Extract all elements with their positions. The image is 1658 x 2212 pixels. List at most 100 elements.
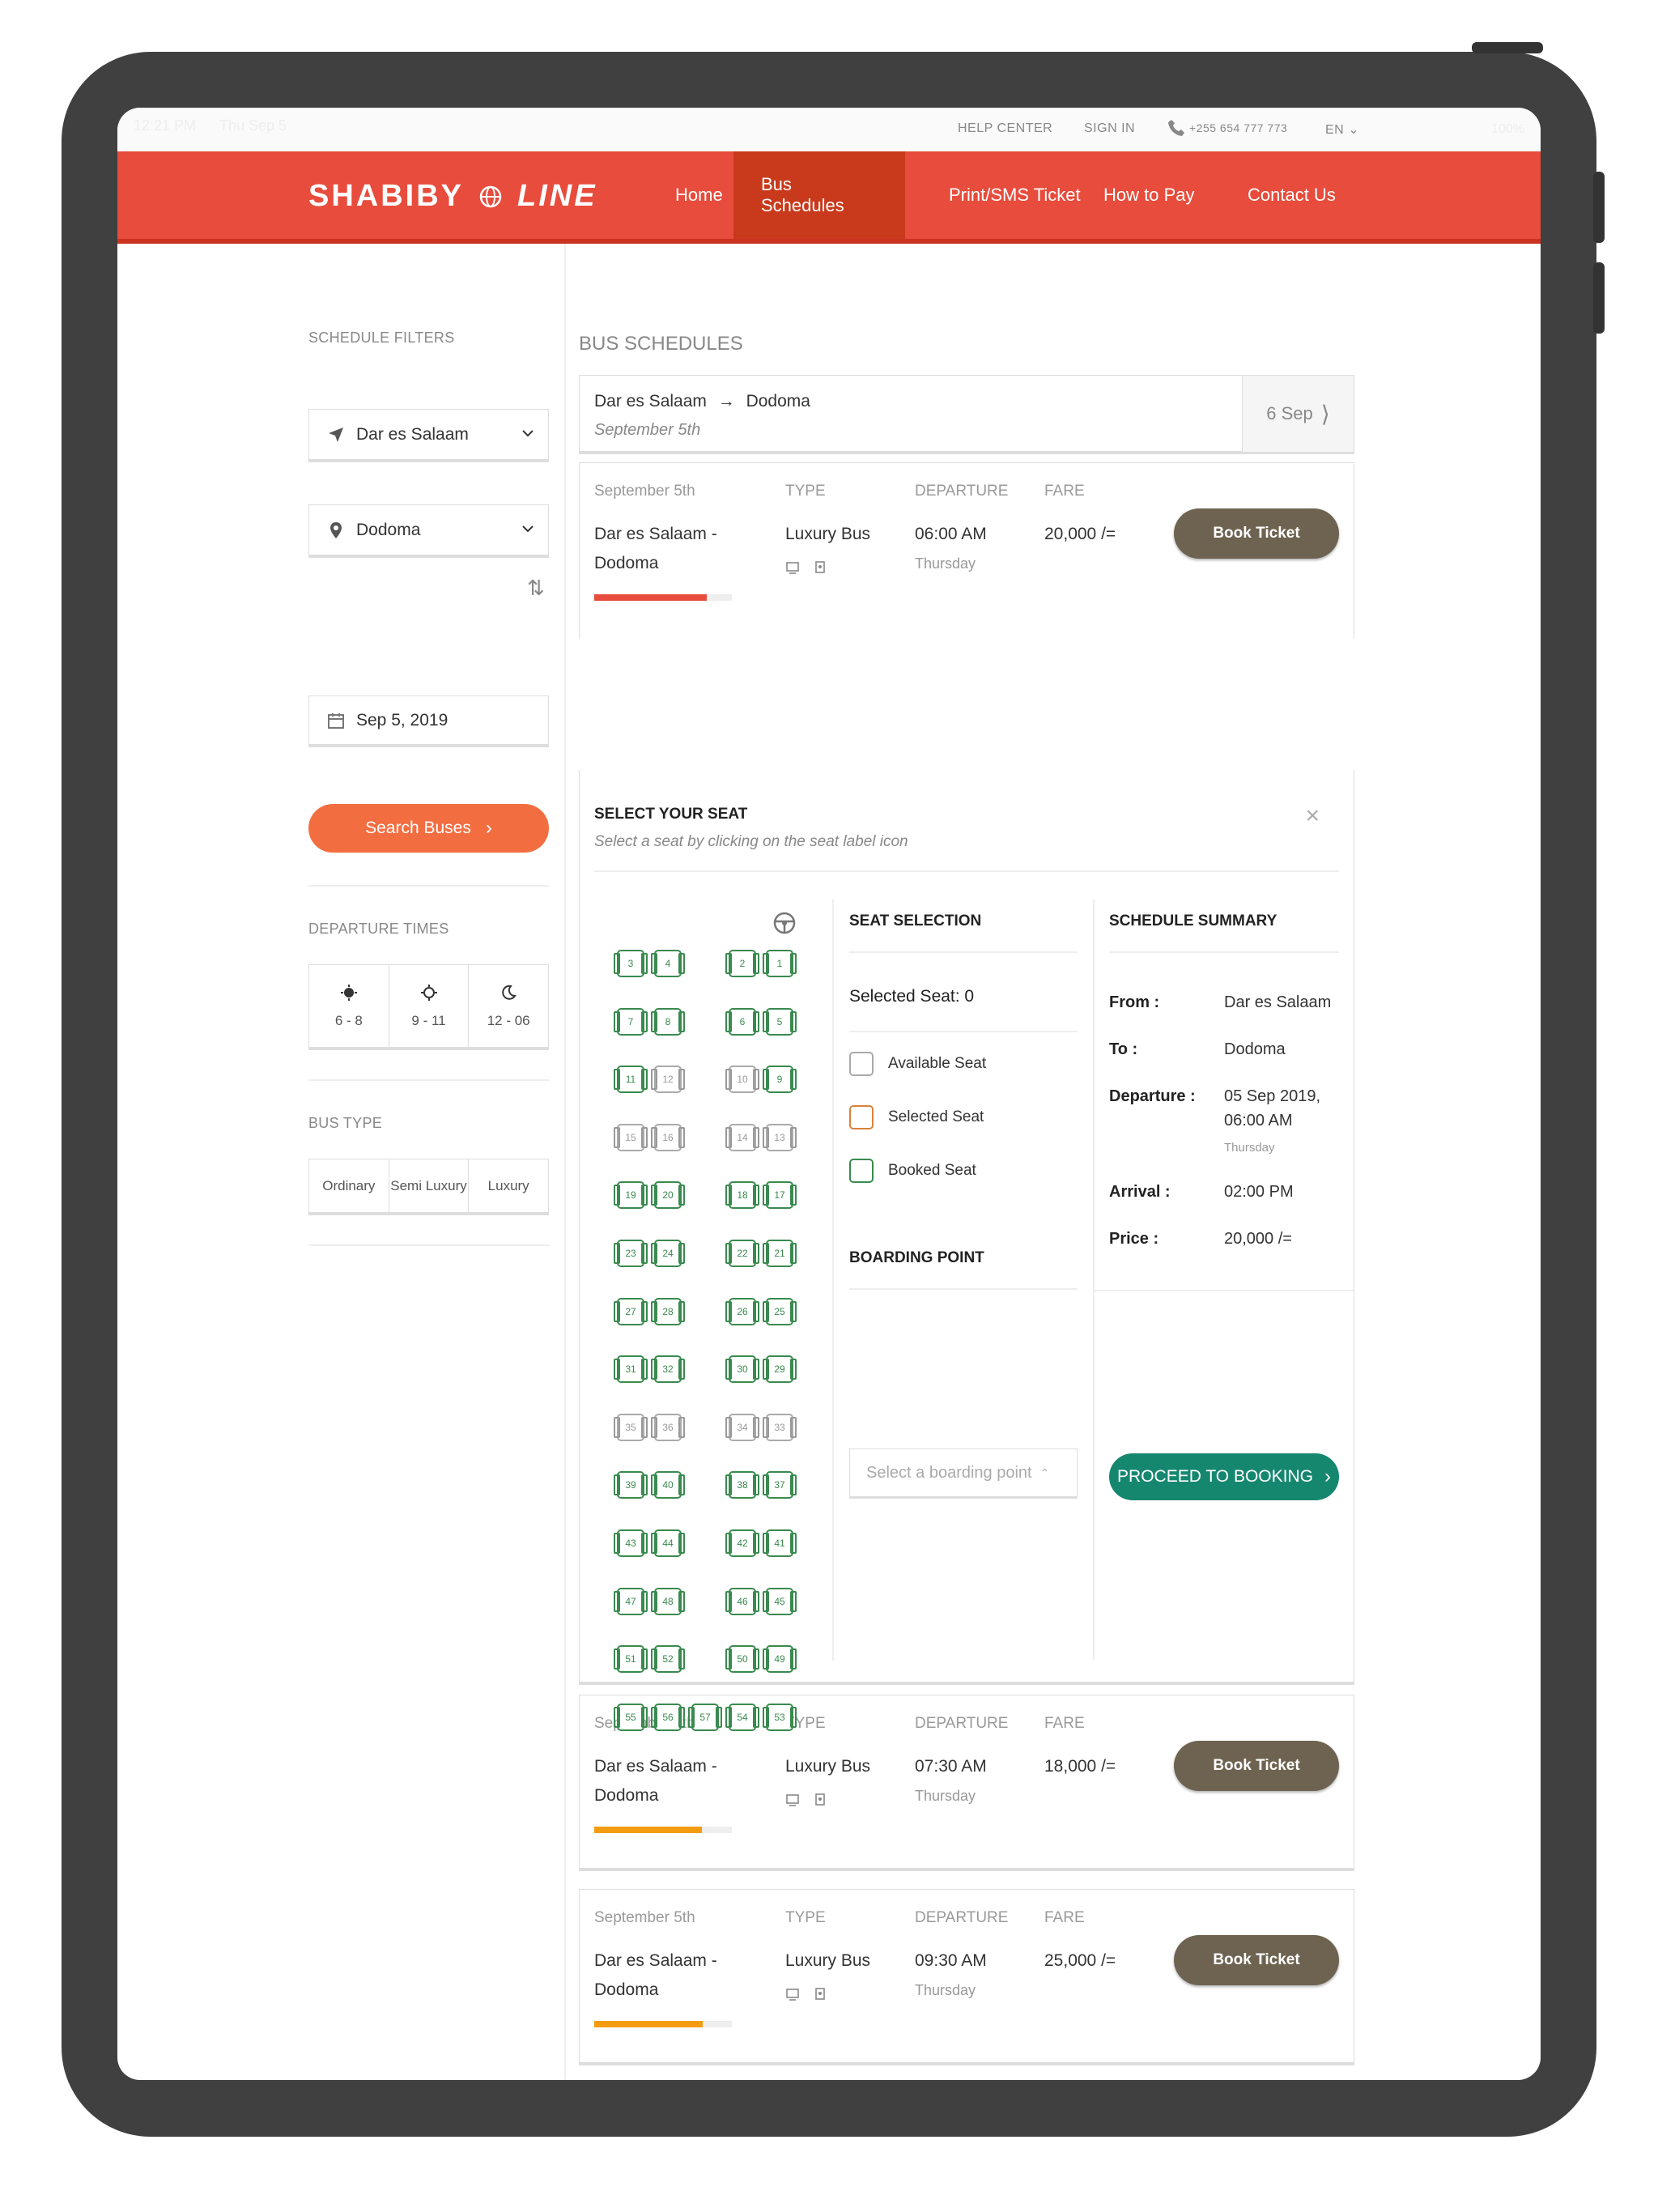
- status-date: Thu Sep 5: [219, 117, 287, 134]
- seat-40[interactable]: 40: [651, 1471, 685, 1499]
- seat-48[interactable]: 48: [651, 1587, 685, 1615]
- language-selector[interactable]: EN ⌄: [1325, 121, 1359, 138]
- seat-16[interactable]: 16: [651, 1123, 685, 1151]
- seat-3[interactable]: 3: [614, 950, 648, 977]
- seat-53[interactable]: 53: [763, 1703, 797, 1731]
- seat-30[interactable]: 30: [725, 1355, 759, 1384]
- seat-25[interactable]: 25: [763, 1297, 797, 1325]
- seat-28[interactable]: 28: [651, 1297, 685, 1325]
- seat-9[interactable]: 9: [763, 1066, 797, 1094]
- book-ticket-button[interactable]: Book Ticket: [1174, 1935, 1339, 1985]
- boarding-point-select[interactable]: Select a boarding point ⌃: [849, 1448, 1078, 1499]
- fare-label: FARE: [1044, 483, 1085, 500]
- seat-19[interactable]: 19: [614, 1181, 648, 1210]
- sign-in-link[interactable]: SIGN IN: [1084, 121, 1135, 136]
- seat-5[interactable]: 5: [763, 1007, 797, 1036]
- seat-35[interactable]: 35: [614, 1413, 648, 1441]
- seat-31[interactable]: 31: [614, 1355, 648, 1384]
- seat-8[interactable]: 8: [651, 1007, 685, 1036]
- nav-how-to-pay[interactable]: How to Pay: [1076, 151, 1222, 239]
- seat-32[interactable]: 32: [651, 1355, 685, 1384]
- nav-bus-schedules[interactable]: Bus Schedules: [733, 151, 905, 239]
- divider: [849, 1288, 1078, 1290]
- seat-7[interactable]: 7: [614, 1007, 648, 1036]
- seat-15[interactable]: 15: [614, 1123, 648, 1151]
- summary-departure-time: 06:00 AM: [1224, 1112, 1293, 1129]
- seat-14[interactable]: 14: [725, 1123, 759, 1151]
- seat-50[interactable]: 50: [725, 1645, 759, 1674]
- close-icon[interactable]: ×: [1305, 802, 1320, 830]
- date-field[interactable]: Sep 5, 2019: [308, 696, 549, 747]
- next-date-button[interactable]: 6 Sep ⟩: [1242, 376, 1354, 452]
- seat-21[interactable]: 21: [763, 1240, 797, 1267]
- seat-29[interactable]: 29: [763, 1355, 797, 1384]
- seat-4[interactable]: 4: [651, 950, 685, 977]
- bus-date: September 5th: [594, 483, 695, 500]
- seat-43[interactable]: 43: [614, 1529, 648, 1557]
- availability-fill: [594, 2021, 704, 2027]
- nav-contact-us[interactable]: Contact Us: [1220, 151, 1363, 239]
- status-battery: 100%: [1491, 122, 1524, 136]
- seat-52[interactable]: 52: [651, 1645, 685, 1674]
- to-select[interactable]: Dodoma: [308, 504, 549, 558]
- seat-11[interactable]: 11: [614, 1066, 648, 1094]
- bus-type-ordinary[interactable]: Ordinary: [309, 1159, 389, 1212]
- time-filter-midday[interactable]: 9 - 11: [389, 965, 470, 1047]
- seat-27[interactable]: 27: [614, 1297, 648, 1325]
- location-arrow-icon: [329, 427, 343, 442]
- seat-44[interactable]: 44: [651, 1529, 685, 1557]
- help-center-link[interactable]: HELP CENTER: [958, 121, 1052, 136]
- seat-49[interactable]: 49: [763, 1645, 797, 1674]
- logo[interactable]: SHABIBY LINE: [308, 179, 597, 214]
- seat-47[interactable]: 47: [614, 1587, 648, 1615]
- seat-36[interactable]: 36: [651, 1413, 685, 1441]
- seat-55[interactable]: 55: [614, 1703, 648, 1731]
- departure-label: DEPARTURE: [915, 1909, 1009, 1926]
- seat-13[interactable]: 13: [763, 1123, 797, 1151]
- seat-12[interactable]: 12: [651, 1066, 685, 1094]
- chevron-down-icon: ⌄: [1348, 123, 1360, 137]
- bus-type-semi-luxury[interactable]: Semi Luxury: [389, 1159, 470, 1212]
- from-value: Dar es Salaam: [356, 424, 469, 444]
- seat-20[interactable]: 20: [651, 1181, 685, 1210]
- seat-panel-subtitle: Select a seat by clicking on the seat la…: [594, 833, 908, 850]
- seat-10[interactable]: 10: [725, 1066, 759, 1094]
- search-buses-button[interactable]: Search Buses ›: [308, 804, 549, 853]
- bus-schedule-card: September 5th TYPE DEPARTURE FARE Dar es Sal…: [579, 462, 1354, 639]
- phone-number[interactable]: +255 654 777 773: [1189, 121, 1287, 134]
- seat-18[interactable]: 18: [725, 1181, 759, 1210]
- seat-2[interactable]: 2: [725, 950, 759, 977]
- seat-46[interactable]: 46: [725, 1587, 759, 1615]
- time-filter-label: 12 - 06: [487, 1012, 530, 1028]
- seat-22[interactable]: 22: [725, 1240, 759, 1267]
- book-ticket-button[interactable]: Book Ticket: [1174, 508, 1339, 559]
- seat-54[interactable]: 54: [725, 1703, 759, 1731]
- bus-type-luxury[interactable]: Luxury: [469, 1159, 548, 1212]
- seat-34[interactable]: 34: [725, 1413, 759, 1441]
- type-label: TYPE: [785, 483, 826, 500]
- time-filter-morning[interactable]: 6 - 8: [309, 965, 389, 1047]
- seat-56[interactable]: 56: [651, 1703, 685, 1731]
- time-filter-night[interactable]: 12 - 06: [469, 965, 548, 1047]
- seat-23[interactable]: 23: [614, 1240, 648, 1267]
- seat-39[interactable]: 39: [614, 1471, 648, 1499]
- seat-51[interactable]: 51: [614, 1645, 648, 1674]
- seat-33[interactable]: 33: [763, 1413, 797, 1441]
- proceed-to-booking-button[interactable]: PROCEED TO BOOKING ›: [1109, 1453, 1339, 1500]
- seat-37[interactable]: 37: [763, 1471, 797, 1499]
- seat-57[interactable]: 57: [688, 1703, 722, 1731]
- availability-fill: [594, 594, 708, 601]
- swap-icon[interactable]: ⇅: [527, 576, 545, 601]
- seat-1[interactable]: 1: [763, 950, 797, 977]
- seat-45[interactable]: 45: [763, 1587, 797, 1615]
- seat-26[interactable]: 26: [725, 1297, 759, 1325]
- seat-38[interactable]: 38: [725, 1471, 759, 1499]
- seat-24[interactable]: 24: [651, 1240, 685, 1267]
- book-ticket-button[interactable]: Book Ticket: [1174, 1741, 1339, 1791]
- seat-41[interactable]: 41: [763, 1529, 797, 1557]
- seat-42[interactable]: 42: [725, 1529, 759, 1557]
- seat-6[interactable]: 6: [725, 1007, 759, 1036]
- seat-17[interactable]: 17: [763, 1181, 797, 1210]
- from-select[interactable]: Dar es Salaam: [308, 409, 549, 462]
- divider: [308, 1244, 549, 1246]
